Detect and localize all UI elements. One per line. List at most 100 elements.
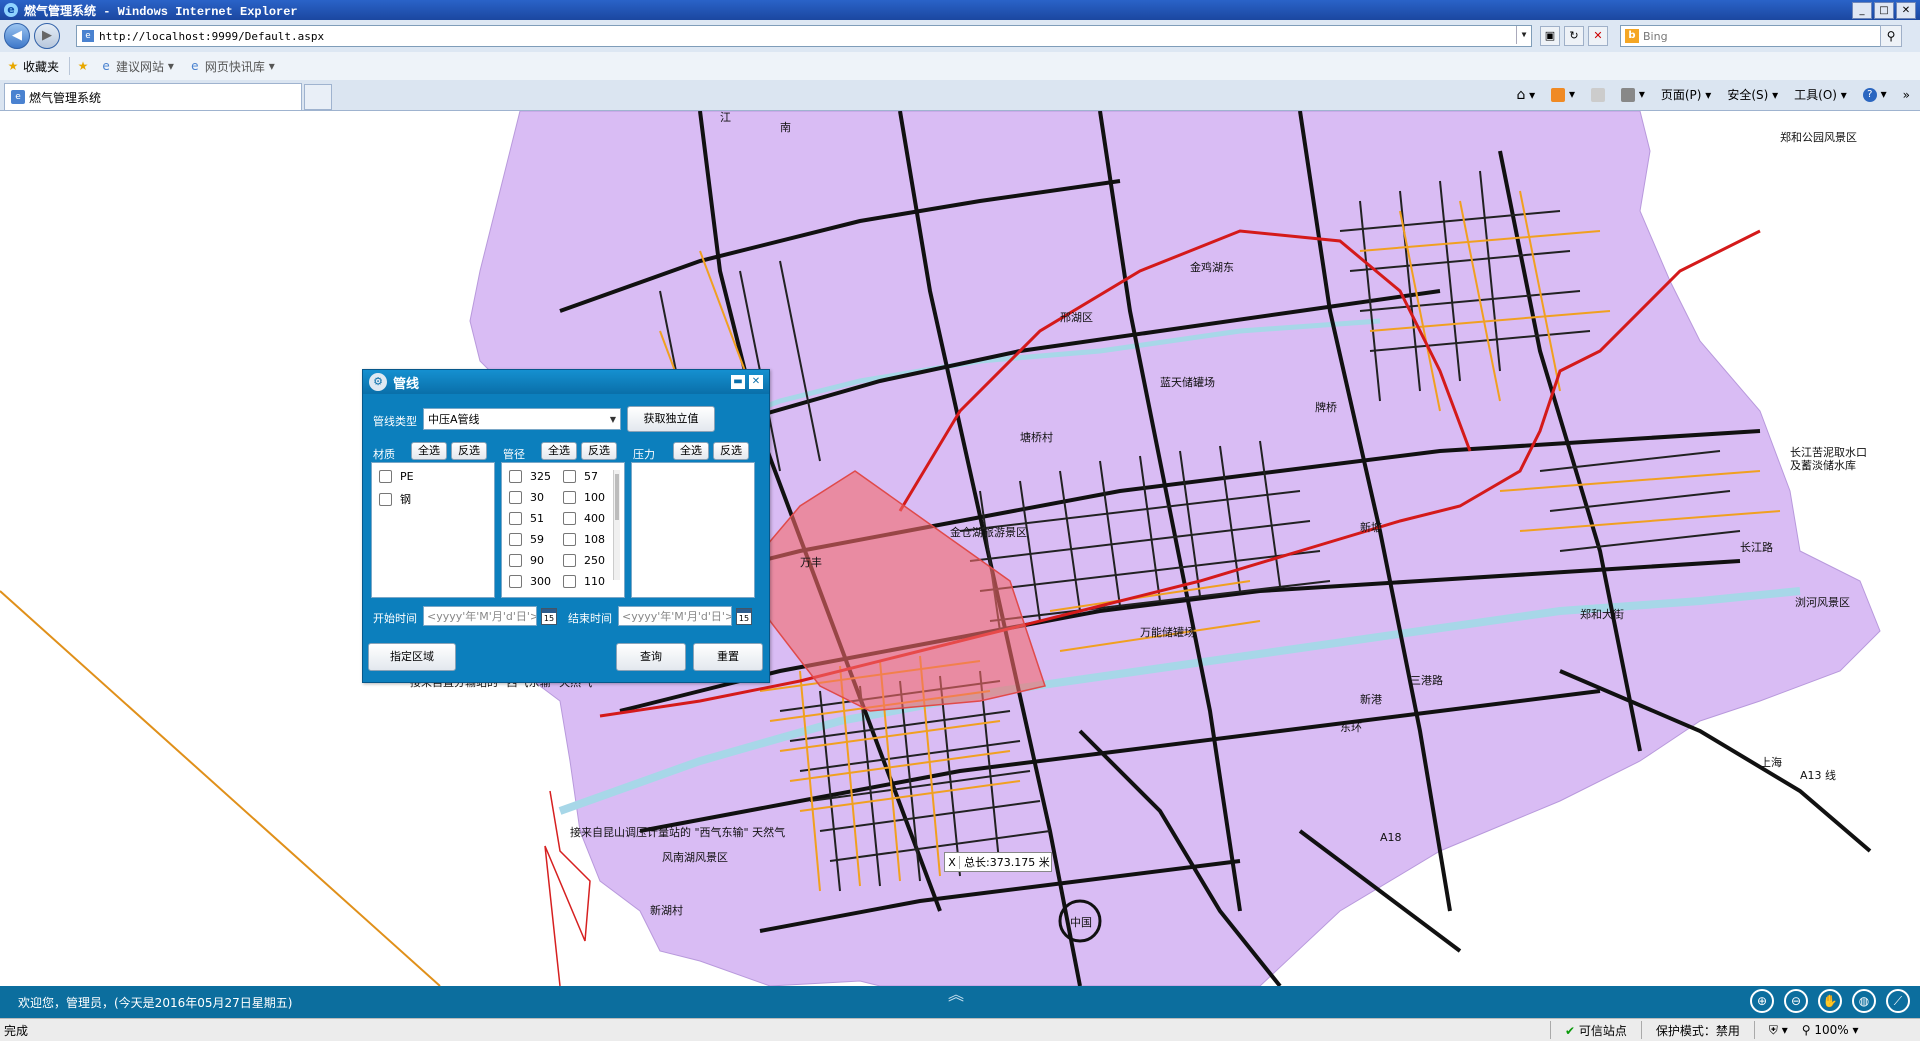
pipeline-panel: ⚙ 管线 ▬ ✕ 管线类型 中压A管线 ▼ 获取独立值 材质 全选 反选 PE … — [362, 369, 770, 683]
diameter-checkbox[interactable]: 400 — [563, 512, 605, 525]
zoom-out-icon[interactable]: ⊖ — [1784, 989, 1808, 1013]
checkbox-box[interactable] — [563, 533, 576, 546]
diameter-select-all-button[interactable]: 全选 — [541, 442, 577, 460]
print-button[interactable]: ▾ — [1621, 87, 1645, 102]
favorites-label: 收藏夹 — [23, 59, 60, 74]
pan-hand-icon[interactable]: ✋ — [1818, 989, 1842, 1013]
pressure-list[interactable] — [631, 462, 755, 598]
minimize-button[interactable]: _ — [1852, 2, 1872, 19]
feeds-button[interactable]: ▾ — [1551, 87, 1575, 102]
pipe-type-select[interactable]: 中压A管线 ▼ — [423, 408, 621, 430]
checkbox-box[interactable] — [509, 575, 522, 588]
map-label: 风南湖风景区 — [662, 851, 728, 864]
panel-logo-icon: ⚙ — [369, 373, 387, 391]
material-checkbox-steel[interactable]: 钢 — [379, 491, 411, 507]
pressure-select-all-button[interactable]: 全选 — [673, 442, 709, 460]
panel-minimize-button[interactable]: ▬ — [731, 375, 745, 389]
measure-icon[interactable]: ⟋ — [1886, 989, 1910, 1013]
calendar-icon[interactable]: 15 — [541, 608, 557, 625]
pressure-invert-button[interactable]: 反选 — [713, 442, 749, 460]
start-time-input[interactable]: <yyyy'年'M'月'd'日'> — [423, 606, 537, 626]
checkbox-box[interactable] — [563, 512, 576, 525]
collapse-chevron-icon[interactable]: ︽ — [948, 987, 964, 1003]
web-slice-link[interactable]: e 网页快讯库 ▾ — [188, 58, 275, 75]
map-label: 上海 — [1760, 755, 1782, 769]
checkbox-box[interactable] — [563, 491, 576, 504]
new-tab-button[interactable] — [304, 84, 332, 110]
globe-full-extent-icon[interactable]: ◍ — [1852, 989, 1876, 1013]
checkbox-label: 108 — [584, 533, 605, 546]
zoom-in-icon[interactable]: ⊕ — [1750, 989, 1774, 1013]
diameter-checkbox[interactable]: 57 — [563, 470, 598, 483]
url-dropdown-icon[interactable]: ▼ — [1516, 26, 1531, 44]
forward-button[interactable]: ▶ — [34, 23, 60, 49]
specify-region-button[interactable]: 指定区域 — [368, 643, 456, 671]
trusted-zone: ✔ 可信站点 — [1565, 1022, 1627, 1039]
checkbox-box[interactable] — [379, 492, 392, 506]
url-input[interactable]: e http://localhost:9999/Default.aspx ▼ — [76, 25, 1532, 47]
diameter-checkbox[interactable]: 100 — [563, 491, 605, 504]
material-invert-button[interactable]: 反选 — [451, 442, 487, 460]
panel-controls: ▬ ✕ — [731, 375, 763, 389]
checkbox-box[interactable] — [563, 470, 576, 483]
page-menu[interactable]: 页面(P) ▾ — [1661, 86, 1711, 103]
diameter-checkbox[interactable]: 90 — [509, 554, 544, 567]
checkbox-label: 59 — [530, 533, 544, 546]
search-input[interactable]: b Bing — [1620, 25, 1896, 47]
checkbox-box[interactable] — [509, 491, 522, 504]
checkbox-label: 90 — [530, 554, 544, 567]
checkbox-box[interactable] — [563, 554, 576, 567]
diameter-checkbox[interactable]: 51 — [509, 512, 544, 525]
search-icon[interactable]: ⚲ — [1880, 25, 1902, 47]
checkbox-box[interactable] — [509, 512, 522, 525]
tab-title: 燃气管理系统 — [29, 90, 102, 105]
checkbox-box[interactable] — [509, 470, 522, 483]
diameter-invert-button[interactable]: 反选 — [581, 442, 617, 460]
back-button[interactable]: ◀ — [4, 23, 30, 49]
diameter-checkbox[interactable]: 250 — [563, 554, 605, 567]
diameter-checkbox[interactable]: 325 — [509, 470, 551, 483]
zoom-level[interactable]: ⚲ 100% ▾ — [1802, 1023, 1859, 1037]
get-unique-values-button[interactable]: 获取独立值 — [627, 406, 715, 432]
mail-button[interactable] — [1591, 87, 1606, 102]
diameter-scrollbar[interactable] — [613, 470, 620, 580]
browser-status-bar: 完成 ✔ 可信站点 保护模式：禁用 ⛨ ▾ ⚲ 100% ▾ — [0, 1018, 1920, 1041]
end-time-input[interactable]: <yyyy'年'M'月'd'日'> — [618, 606, 732, 626]
diameter-checkbox[interactable]: 300 — [509, 575, 551, 588]
mail-icon — [1591, 87, 1606, 102]
help-menu[interactable]: ? ▾ — [1862, 87, 1887, 102]
panel-header[interactable]: ⚙ 管线 ▬ ✕ — [363, 370, 769, 394]
maximize-button[interactable]: □ — [1874, 2, 1894, 19]
pressure-label: 压力 — [633, 448, 655, 461]
diameter-checkbox[interactable]: 30 — [509, 491, 544, 504]
add-favorite-button[interactable]: ★ — [76, 59, 93, 73]
material-select-all-button[interactable]: 全选 — [411, 442, 447, 460]
diameter-checkbox[interactable]: 110 — [563, 575, 605, 588]
calendar-icon[interactable]: 15 — [736, 608, 752, 625]
checkbox-label: 57 — [584, 470, 598, 483]
checkbox-box[interactable] — [509, 554, 522, 567]
checkbox-box[interactable] — [509, 533, 522, 546]
refresh-icon[interactable]: ↻ — [1564, 26, 1584, 46]
material-checkbox-pe[interactable]: PE — [379, 470, 414, 483]
stop-icon[interactable]: ✕ — [1588, 26, 1608, 46]
more-chevron-icon[interactable]: » — [1903, 88, 1910, 102]
home-button[interactable]: ⌂ ▾ — [1516, 87, 1535, 103]
checkbox-box[interactable] — [379, 470, 392, 483]
compat-view-icon[interactable]: ▣ — [1540, 26, 1560, 46]
panel-close-button[interactable]: ✕ — [749, 375, 763, 389]
tab-gas-system[interactable]: e 燃气管理系统 — [4, 83, 302, 110]
safety-menu[interactable]: 安全(S) ▾ — [1727, 86, 1778, 103]
tools-menu[interactable]: 工具(O) ▾ — [1794, 86, 1847, 103]
suggested-sites-link[interactable]: e 建议网站 ▾ — [99, 58, 174, 75]
close-window-button[interactable]: ✕ — [1896, 2, 1916, 19]
scroll-thumb[interactable] — [615, 474, 619, 520]
diameter-checkbox[interactable]: 59 — [509, 533, 544, 546]
reset-button[interactable]: 重置 — [693, 643, 763, 671]
query-button[interactable]: 查询 — [616, 643, 686, 671]
measure-close-button[interactable]: X — [945, 855, 960, 869]
checkbox-box[interactable] — [563, 575, 576, 588]
security-icon[interactable]: ⛨ ▾ — [1769, 1023, 1788, 1038]
favorites-button[interactable]: ★ 收藏夹 — [6, 58, 59, 75]
diameter-checkbox[interactable]: 108 — [563, 533, 605, 546]
